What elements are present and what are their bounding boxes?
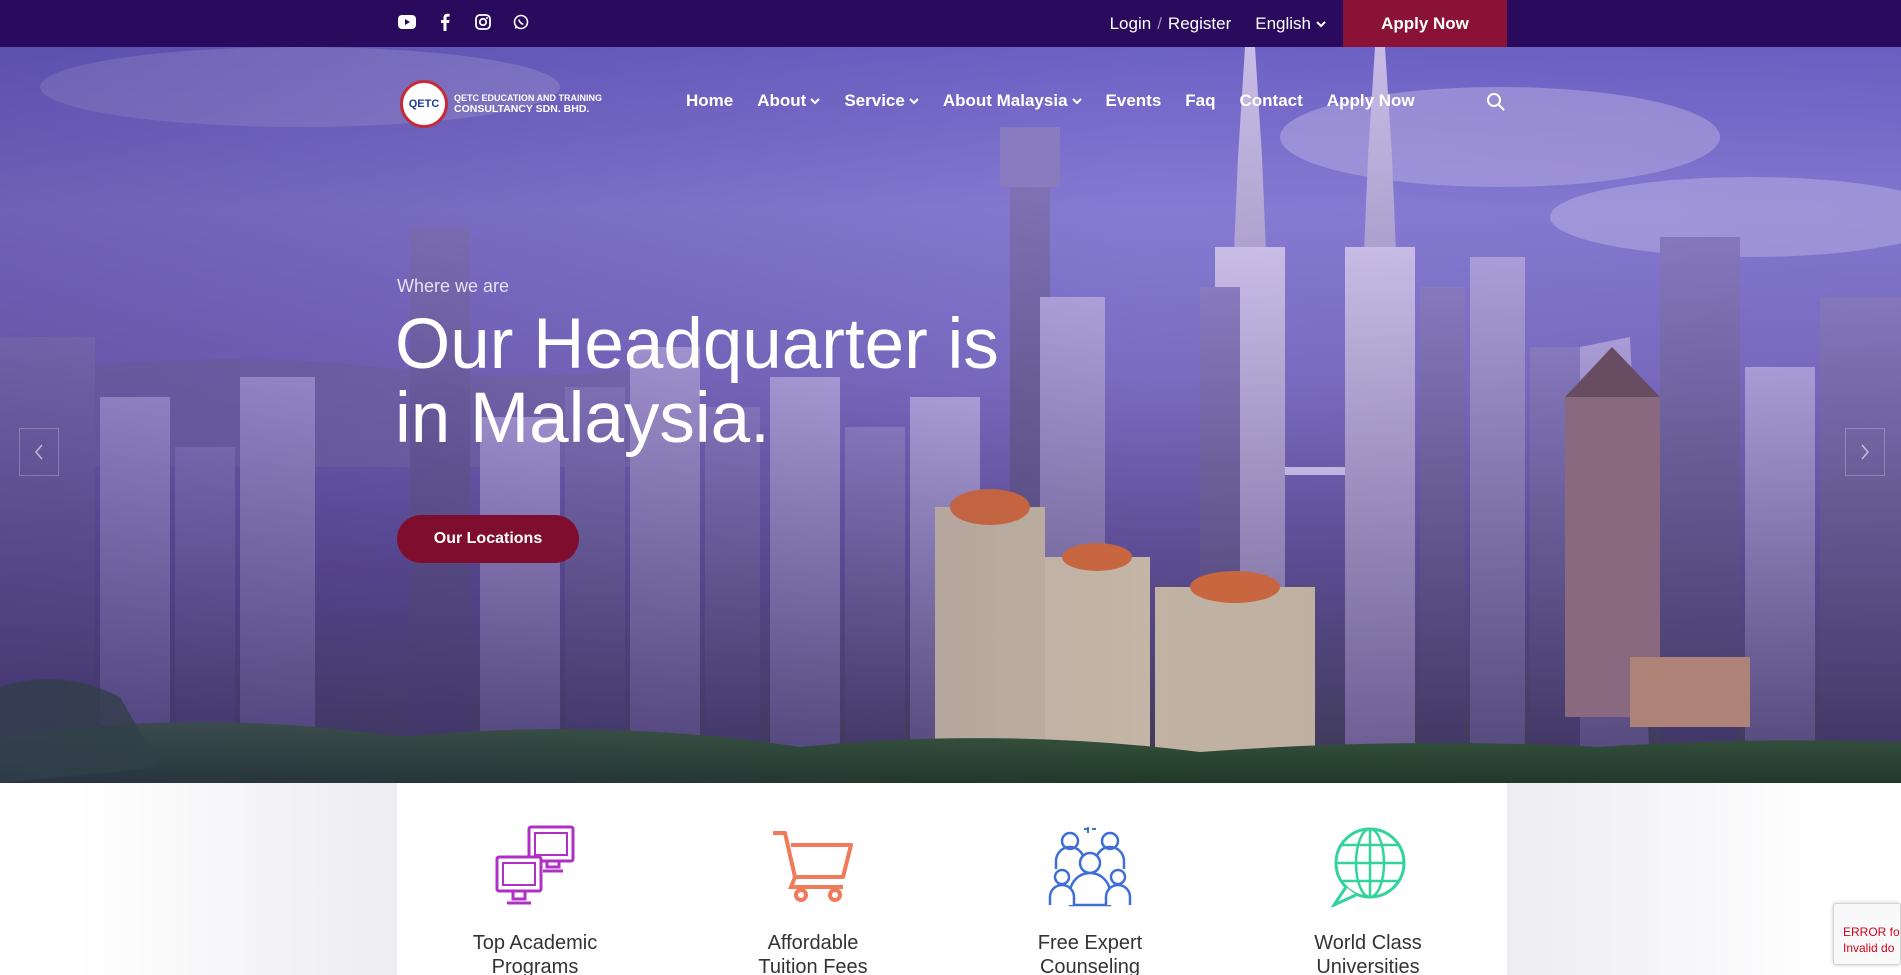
- feature-top-academic-programs: Top Academic Programs: [435, 823, 635, 975]
- slider-next-button[interactable]: [1845, 428, 1885, 476]
- main-nav: Home About Service About Malaysia Events…: [686, 91, 1415, 111]
- recaptcha-error-line-2: Invalid do: [1843, 941, 1895, 955]
- apply-now-button[interactable]: Apply Now: [1343, 0, 1507, 47]
- feature-label-2: Universities: [1316, 956, 1420, 975]
- computers-icon: [495, 825, 575, 905]
- chevron-down-icon: [1316, 20, 1326, 27]
- logo-badge: QETC: [400, 80, 448, 128]
- whatsapp-icon[interactable]: [511, 12, 531, 32]
- shopping-cart-icon: [773, 831, 853, 902]
- feature-label-1: World Class: [1314, 932, 1422, 954]
- our-locations-button[interactable]: Our Locations: [397, 515, 579, 563]
- nav-contact[interactable]: Contact: [1240, 91, 1303, 111]
- logo-text: QETC EDUCATION AND TRAINING CONSULTANCY …: [454, 93, 602, 115]
- chevron-down-icon: [909, 98, 919, 105]
- slider-prev-button[interactable]: [19, 428, 59, 476]
- chevron-right-icon: [1861, 444, 1869, 460]
- nav-label: Events: [1105, 91, 1162, 110]
- hero-headline-line-1: Our Headquarter is: [395, 305, 999, 384]
- hero-eyebrow: Where we are: [397, 276, 510, 296]
- search-icon[interactable]: [1486, 92, 1506, 117]
- feature-label-1: Free Expert: [1037, 932, 1143, 954]
- chevron-left-icon: [35, 444, 43, 460]
- logo-badge-text: QETC: [408, 98, 440, 110]
- feature-label-2: Counseling: [1039, 956, 1141, 975]
- feature-label-2: Tuition Fees: [758, 956, 868, 975]
- youtube-icon[interactable]: [397, 12, 417, 32]
- nav-label: About Malaysia: [942, 91, 1068, 110]
- team-icon: [1048, 827, 1132, 907]
- features-shadow-left: [77, 783, 397, 975]
- logo-line-2: CONSULTANCY SDN. BHD.: [454, 103, 590, 115]
- site-logo[interactable]: QETC QETC EDUCATION AND TRAINING CONSULT…: [400, 80, 602, 128]
- feature-label-2: Programs: [491, 956, 579, 975]
- features-section: Top Academic Programs Affordable Tuition F…: [0, 783, 1901, 975]
- hero-headline: Our Headquarter is in Malaysia.: [395, 308, 1035, 456]
- chevron-down-icon: [1071, 98, 1082, 105]
- feature-label-1: Affordable: [767, 932, 859, 954]
- recaptcha-badge[interactable]: ERROR fo Invalid do: [1833, 903, 1901, 965]
- features-shadow-right: [1507, 783, 1827, 975]
- instagram-icon[interactable]: [473, 12, 493, 32]
- feature-world-class-universities: World Class Universities: [1268, 823, 1468, 975]
- register-link[interactable]: Register: [1168, 14, 1231, 34]
- login-register: Login / Register: [1110, 14, 1232, 34]
- social-links: [397, 12, 531, 32]
- login-link[interactable]: Login: [1110, 14, 1152, 34]
- nav-apply-now[interactable]: Apply Now: [1327, 91, 1415, 111]
- account-links: Login / Register English: [1110, 0, 1326, 47]
- separator: /: [1157, 13, 1162, 33]
- globe-chat-icon: [1330, 827, 1406, 907]
- features-card: Top Academic Programs Affordable Tuition F…: [397, 783, 1507, 975]
- nav-label: Contact: [1239, 91, 1303, 110]
- nav-label: Apply Now: [1326, 91, 1415, 110]
- nav-label: Faq: [1185, 91, 1216, 110]
- nav-label: Home: [686, 91, 734, 110]
- language-selector[interactable]: English: [1255, 14, 1326, 34]
- nav-service[interactable]: Service: [844, 91, 919, 111]
- nav-label: Service: [844, 91, 905, 110]
- nav-faq[interactable]: Faq: [1185, 91, 1215, 111]
- language-label: English: [1255, 13, 1311, 33]
- facebook-icon[interactable]: [435, 12, 455, 32]
- top-bar: Login / Register English Apply Now: [0, 0, 1901, 47]
- recaptcha-error-line-1: ERROR fo: [1843, 925, 1900, 939]
- nav-about[interactable]: About: [757, 91, 821, 111]
- hero-slider: QETC QETC EDUCATION AND TRAINING CONSULT…: [0, 47, 1901, 783]
- feature-label-1: Top Academic: [472, 932, 598, 954]
- hero-headline-line-2: in Malaysia.: [395, 379, 770, 458]
- chevron-down-icon: [810, 98, 821, 105]
- nav-home[interactable]: Home: [686, 91, 733, 111]
- feature-affordable-tuition-fees: Affordable Tuition Fees: [713, 823, 913, 975]
- nav-label: About: [757, 91, 807, 110]
- feature-free-expert-counseling: Free Expert Counseling: [990, 823, 1190, 975]
- nav-about-malaysia[interactable]: About Malaysia: [943, 91, 1082, 111]
- nav-events[interactable]: Events: [1106, 91, 1162, 111]
